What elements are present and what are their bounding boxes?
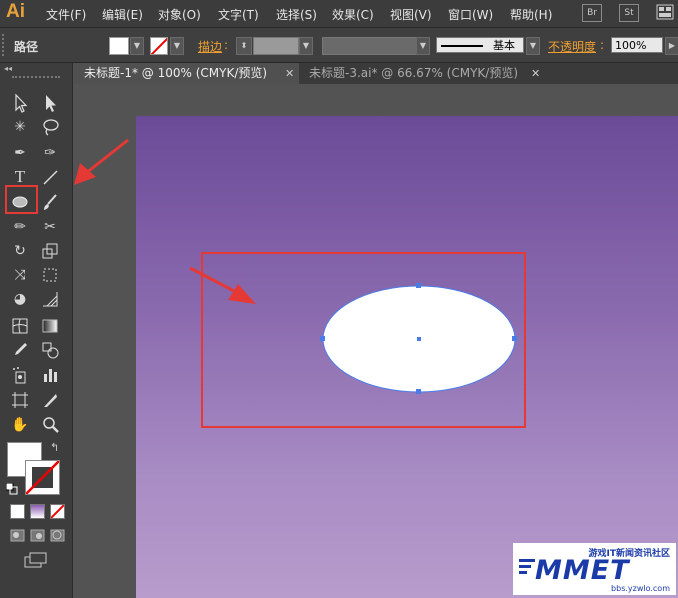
color-mode-button[interactable] bbox=[10, 504, 25, 519]
gradient-mode-button[interactable] bbox=[30, 504, 45, 519]
stroke-color-swatch[interactable] bbox=[25, 460, 60, 495]
brush-definition-field[interactable]: 基本 bbox=[436, 37, 524, 53]
document-tab-bar: 未标题-1* @ 100% (CMYK/预览) ✕ 未标题-3.ai* @ 66… bbox=[74, 63, 678, 84]
variable-width-field[interactable] bbox=[322, 37, 428, 55]
control-bar: 路径 ▼ ▼ 描边 : ⬍ ▼ ▼ 基本 ▼ 不透明度 : 100% ▶ bbox=[0, 28, 678, 63]
stock-button[interactable]: St bbox=[619, 4, 639, 22]
screen-mode-icon[interactable] bbox=[24, 552, 48, 568]
tab-document-1[interactable]: 未标题-1* @ 100% (CMYK/预览) ✕ bbox=[74, 63, 299, 84]
curvature-tool-icon[interactable]: ✑ bbox=[39, 142, 61, 164]
close-icon[interactable]: ✕ bbox=[531, 63, 540, 84]
line-segment-tool-icon[interactable] bbox=[39, 166, 61, 188]
draw-behind-icon[interactable] bbox=[30, 529, 45, 542]
object-type-label: 路径 bbox=[14, 40, 39, 54]
rotate-tool-icon[interactable]: ↻ bbox=[9, 240, 31, 262]
artboard-tool-icon[interactable] bbox=[9, 389, 31, 411]
tab-document-3[interactable]: 未标题-3.ai* @ 66.67% (CMYK/预览) ✕ bbox=[299, 63, 544, 84]
hand-tool-icon[interactable]: ✋ bbox=[9, 414, 31, 436]
brush-line-icon bbox=[441, 45, 483, 47]
bridge-button[interactable]: Br bbox=[582, 4, 602, 22]
ellipse-tool-highlight bbox=[5, 185, 38, 214]
scissors-tool-icon[interactable]: ✂ bbox=[39, 216, 61, 238]
toolbox-panel: ◂◂ ✳ ✒ ✑ T ✏ ✂ ↻ ⤨ ◕ ✋ ↰ bbox=[0, 63, 73, 598]
menu-edit[interactable]: 编辑(E) bbox=[102, 6, 143, 23]
menu-help[interactable]: 帮助(H) bbox=[510, 6, 552, 23]
blend-tool-icon[interactable] bbox=[39, 339, 61, 361]
speed-lines-icon bbox=[519, 559, 535, 579]
grip-icon bbox=[2, 34, 8, 56]
swap-fill-stroke-icon[interactable]: ↰ bbox=[50, 441, 59, 454]
stroke-label[interactable]: 描边 bbox=[198, 38, 222, 55]
selection-tool-icon[interactable] bbox=[9, 92, 31, 114]
menu-file[interactable]: 文件(F) bbox=[46, 6, 86, 23]
watermark-url: bbs.yzwlo.com bbox=[611, 584, 670, 593]
stroke-weight-field[interactable] bbox=[253, 37, 299, 55]
tab-label: 未标题-3.ai* @ 66.67% (CMYK/预览) bbox=[309, 66, 519, 80]
stroke-dropdown-icon[interactable]: ▼ bbox=[170, 37, 184, 55]
arrow-to-ellipse-tool-icon bbox=[74, 138, 129, 185]
free-transform-tool-icon[interactable] bbox=[39, 264, 61, 286]
app-logo: Ai bbox=[6, 1, 25, 22]
tab-label: 未标题-1* @ 100% (CMYK/预览) bbox=[84, 66, 268, 80]
collapse-toolbox-button[interactable]: ◂◂ bbox=[4, 64, 12, 73]
variable-width-dropdown-icon[interactable]: ▼ bbox=[416, 37, 430, 55]
opacity-arrow-icon[interactable]: ▶ bbox=[665, 37, 678, 55]
menu-object[interactable]: 对象(O) bbox=[158, 6, 201, 23]
colon-glyph: : bbox=[224, 38, 229, 52]
watermark-logo: 游戏IT新闻资讯社区 MMET bbs.yzwlo.com bbox=[513, 543, 676, 595]
symbol-sprayer-tool-icon[interactable] bbox=[9, 364, 31, 386]
none-mode-button[interactable] bbox=[50, 504, 65, 519]
watermark-brand: MMET bbox=[535, 555, 630, 586]
pencil-tool-icon[interactable]: ✏ bbox=[9, 216, 31, 238]
arrow-to-ellipse-icon bbox=[189, 266, 256, 304]
shape-builder-tool-icon[interactable]: ◕ bbox=[9, 288, 31, 310]
magic-wand-tool-icon[interactable]: ✳ bbox=[9, 116, 31, 138]
default-colors-icon[interactable] bbox=[5, 482, 18, 495]
menu-type[interactable]: 文字(T) bbox=[218, 6, 259, 23]
menu-view[interactable]: 视图(V) bbox=[390, 6, 432, 23]
toolbox-grip bbox=[12, 76, 60, 81]
column-graph-tool-icon[interactable] bbox=[39, 364, 61, 386]
menu-select[interactable]: 选择(S) bbox=[276, 6, 317, 23]
stroke-weight-stepper[interactable]: ⬍ bbox=[236, 37, 252, 55]
opacity-field[interactable]: 100% bbox=[611, 37, 663, 53]
draw-normal-icon[interactable] bbox=[10, 529, 25, 542]
gradient-tool-icon[interactable] bbox=[39, 315, 61, 337]
brush-dropdown-icon[interactable]: ▼ bbox=[526, 37, 540, 55]
draw-inside-icon[interactable] bbox=[50, 529, 65, 542]
brush-profile-label: 基本 bbox=[493, 39, 515, 52]
eyedropper-tool-icon[interactable] bbox=[9, 339, 31, 361]
menu-bar: Ai 文件(F) 编辑(E) 对象(O) 文字(T) 选择(S) 效果(C) 视… bbox=[0, 0, 678, 28]
slice-tool-icon[interactable] bbox=[39, 389, 61, 411]
width-tool-icon[interactable]: ⤨ bbox=[9, 264, 31, 286]
scale-tool-icon[interactable] bbox=[39, 240, 61, 262]
menu-effect[interactable]: 效果(C) bbox=[332, 6, 374, 23]
stroke-swatch[interactable] bbox=[150, 37, 168, 55]
colon-glyph: : bbox=[600, 38, 605, 52]
stroke-weight-dropdown-icon[interactable]: ▼ bbox=[299, 37, 313, 55]
opacity-label[interactable]: 不透明度 bbox=[548, 38, 596, 55]
perspective-grid-tool-icon[interactable] bbox=[39, 288, 61, 310]
fill-dropdown-icon[interactable]: ▼ bbox=[130, 37, 144, 55]
menu-window[interactable]: 窗口(W) bbox=[448, 6, 493, 23]
mesh-tool-icon[interactable] bbox=[9, 315, 31, 337]
pen-tool-icon[interactable]: ✒ bbox=[9, 142, 31, 164]
lasso-tool-icon[interactable] bbox=[39, 116, 61, 138]
direct-selection-tool-icon[interactable] bbox=[39, 92, 61, 114]
fill-swatch[interactable] bbox=[109, 37, 129, 55]
paintbrush-tool-icon[interactable] bbox=[39, 191, 61, 213]
close-icon[interactable]: ✕ bbox=[285, 63, 294, 84]
workspace-icon[interactable] bbox=[656, 4, 674, 20]
zoom-tool-icon[interactable] bbox=[39, 414, 61, 436]
